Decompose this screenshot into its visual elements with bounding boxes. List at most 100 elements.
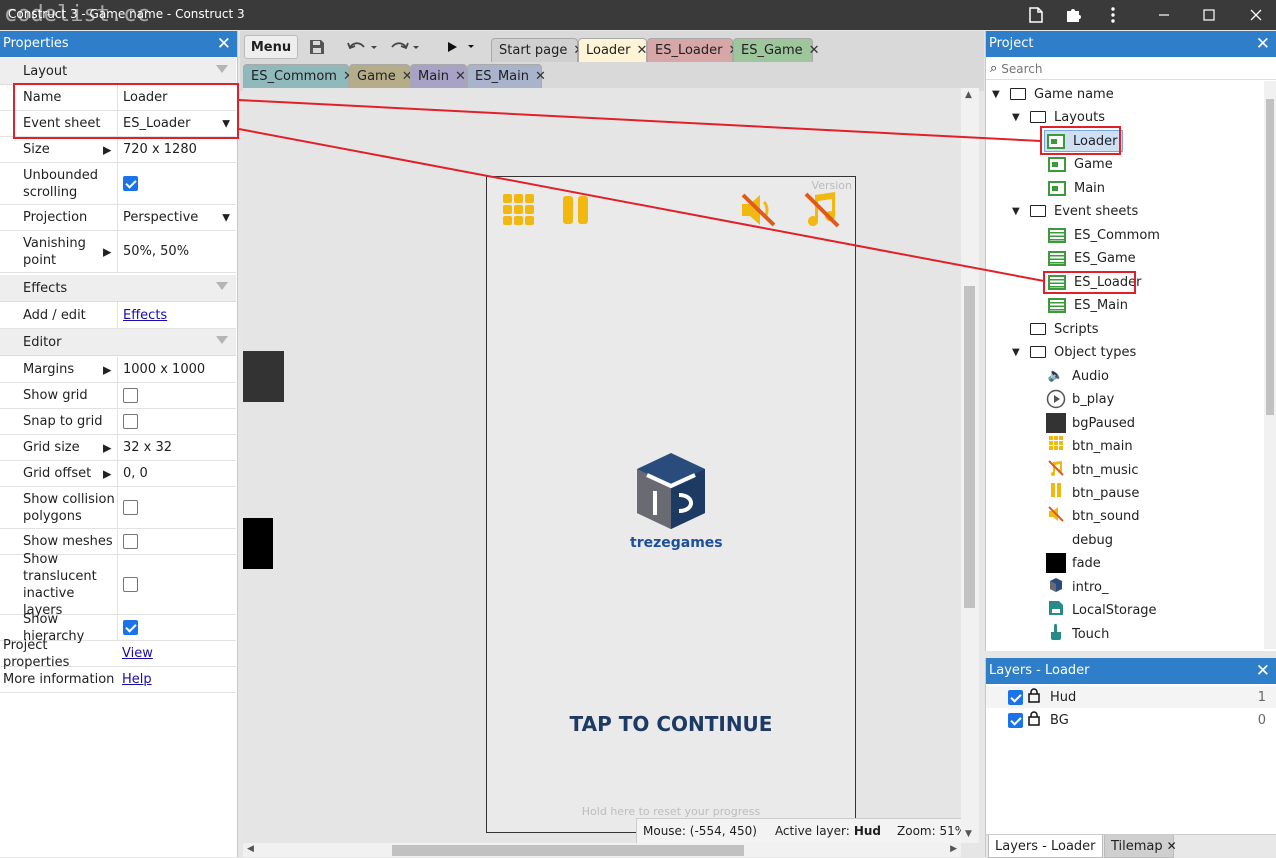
grid-menu-icon[interactable] (502, 193, 536, 227)
scroll-thumb[interactable] (392, 845, 744, 856)
tab-es-game[interactable]: ES_Game ✕ (733, 38, 820, 62)
tree-object-btn-sound[interactable]: btn_sound (1046, 505, 1140, 527)
tree-eventsheets-folder[interactable]: ▼ Event sheets (1012, 200, 1138, 222)
tree-es-commom[interactable]: ES_Commom (1048, 224, 1160, 246)
document-icon[interactable] (1018, 0, 1054, 30)
tab-game[interactable]: Game ✕ (349, 64, 413, 88)
scroll-left-icon[interactable]: ◀ (247, 844, 254, 854)
tree-object-btn-pause[interactable]: btn_pause (1046, 482, 1139, 504)
close-project-icon[interactable]: ✕ (1256, 31, 1270, 57)
expand-arrow-icon[interactable]: ▶ (103, 143, 111, 156)
view-link[interactable]: View (122, 646, 153, 661)
preview-play-icon[interactable] (442, 35, 478, 59)
fade-object[interactable] (243, 518, 273, 569)
translucent-checkbox[interactable] (123, 577, 138, 592)
layer-visible-checkbox[interactable] (1008, 712, 1023, 728)
close-layers-icon[interactable]: ✕ (1256, 658, 1270, 684)
vanishing-value[interactable]: 50%, 50% (117, 231, 236, 272)
effects-section[interactable]: Effects (0, 275, 236, 302)
tree-object-touch[interactable]: Touch (1046, 623, 1109, 645)
layer-row[interactable]: Hud 1 (986, 686, 1276, 708)
close-properties-icon[interactable]: ✕ (217, 31, 231, 57)
editor-section[interactable]: Editor (0, 329, 236, 356)
scroll-down-icon[interactable]: ▼ (965, 829, 972, 839)
lock-icon[interactable] (1028, 687, 1040, 707)
show-grid-checkbox[interactable] (123, 388, 138, 403)
tree-object-intro[interactable]: intro_ (1046, 576, 1108, 598)
trezegames-logo[interactable] (635, 451, 707, 531)
expand-icon[interactable]: ▼ (1012, 206, 1024, 217)
addon-puzzle-icon[interactable] (1055, 0, 1091, 30)
scroll-right-icon[interactable]: ▶ (950, 844, 957, 854)
layer-visible-checkbox[interactable] (1008, 689, 1023, 705)
tree-object-debug[interactable]: debug (1046, 529, 1113, 551)
expand-arrow-icon[interactable]: ▶ (103, 363, 111, 376)
sound-muted-icon[interactable] (739, 192, 777, 228)
maximize-icon[interactable] (1191, 0, 1227, 30)
unbounded-checkbox[interactable] (123, 176, 138, 191)
tree-object-fade[interactable]: fade (1046, 552, 1101, 574)
more-vertical-icon[interactable] (1095, 0, 1131, 30)
effects-link[interactable]: Effects (123, 308, 167, 323)
project-scrollbar[interactable] (1264, 81, 1276, 649)
expand-icon[interactable]: ▼ (992, 89, 1004, 100)
collapse-icon[interactable] (216, 65, 228, 73)
bgpaused-object[interactable] (243, 351, 284, 402)
expand-arrow-icon[interactable]: ▶ (103, 441, 111, 454)
horizontal-scrollbar[interactable]: ◀ ▶ (243, 843, 961, 857)
expand-arrow-icon[interactable]: ▶ (103, 467, 111, 480)
close-window-icon[interactable] (1238, 0, 1274, 30)
collapse-icon[interactable] (216, 282, 228, 290)
search-bar[interactable]: ⌕ (986, 58, 1276, 80)
tab-es-loader[interactable]: ES_Loader✕ (647, 38, 739, 62)
tree-object-btn-music[interactable]: btn_music (1046, 459, 1139, 481)
tree-object-b-play[interactable]: b_play (1046, 388, 1114, 410)
search-input[interactable] (1001, 61, 1252, 76)
hierarchy-checkbox[interactable] (123, 620, 138, 635)
tab-es-commom[interactable]: ES_Commom✕ (243, 64, 354, 88)
tree-objecttypes-folder[interactable]: ▼ Object types (1012, 341, 1136, 363)
tree-object-audio[interactable]: 🔈 Audio (1046, 365, 1109, 387)
collision-checkbox[interactable] (123, 500, 138, 515)
tree-es-main[interactable]: ES_Main (1048, 294, 1128, 316)
snap-checkbox[interactable] (123, 414, 138, 429)
scroll-thumb[interactable] (1266, 99, 1274, 415)
hold-reset-text[interactable]: Hold here to reset your progress (487, 805, 855, 818)
tree-es-game[interactable]: ES_Game (1048, 247, 1136, 269)
tree-object-localstorage[interactable]: LocalStorage (1046, 599, 1157, 621)
vertical-scrollbar[interactable]: ▲ ▼ (961, 88, 979, 843)
close-tab-icon[interactable]: ✕ (455, 69, 466, 84)
music-muted-icon[interactable] (803, 191, 841, 229)
tree-layouts-folder[interactable]: ▼ Layouts (1012, 106, 1105, 128)
expand-icon[interactable]: ▼ (1012, 347, 1024, 358)
expand-icon[interactable]: ▼ (1012, 112, 1024, 123)
tab-tilemap[interactable]: Tilemap ✕ (1104, 835, 1177, 858)
close-tab-icon[interactable]: ✕ (637, 43, 648, 58)
tree-object-bgpaused[interactable]: bgPaused (1046, 412, 1135, 434)
tree-layout-main[interactable]: Main (1048, 177, 1105, 199)
minimize-icon[interactable] (1146, 0, 1182, 30)
grid-size-value[interactable]: 32 x 32 (117, 435, 236, 460)
grid-offset-value[interactable]: 0, 0 (117, 461, 236, 486)
meshes-checkbox[interactable] (123, 534, 138, 549)
collapse-icon[interactable] (216, 336, 228, 344)
tab-loader[interactable]: Loader ✕ (578, 38, 647, 62)
size-value[interactable]: 720 x 1280 (117, 137, 236, 162)
tree-layout-game[interactable]: Game (1048, 153, 1113, 175)
close-tab-icon[interactable]: ✕ (809, 43, 820, 58)
tab-layers-loader[interactable]: Layers - Loader (988, 835, 1103, 858)
scroll-up-icon[interactable]: ▲ (965, 90, 972, 100)
menu-button[interactable]: Menu (244, 35, 298, 59)
lock-icon[interactable] (1028, 710, 1040, 730)
layer-row[interactable]: BG 0 (986, 709, 1276, 731)
close-tab-icon[interactable]: ✕ (1167, 839, 1177, 853)
save-icon[interactable] (304, 35, 330, 59)
expand-arrow-icon[interactable]: ▶ (103, 245, 111, 258)
help-link[interactable]: Help (122, 672, 152, 687)
scroll-thumb[interactable] (964, 286, 975, 608)
tree-scripts-folder[interactable]: Scripts (1030, 318, 1098, 340)
layout-section[interactable]: Layout (0, 58, 236, 85)
pause-icon[interactable] (561, 195, 591, 225)
tree-object-btn-main[interactable]: btn_main (1046, 435, 1133, 457)
tap-to-continue-text[interactable]: TAP TO CONTINUE (487, 712, 855, 736)
